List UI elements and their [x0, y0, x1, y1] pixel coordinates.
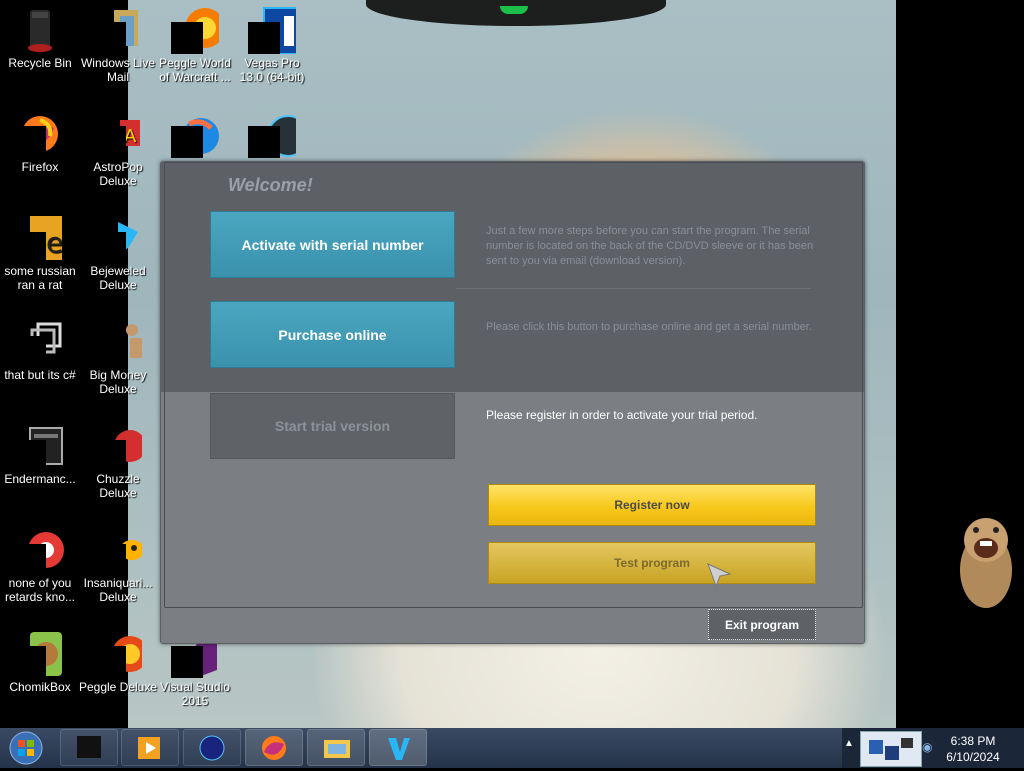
redaction-box	[16, 336, 46, 366]
register-now-button[interactable]: Register now	[488, 484, 816, 526]
taskbar-item-media-player[interactable]	[121, 729, 179, 766]
clock-date: 6/10/2024	[946, 750, 1000, 764]
icon-label: Peggle Deluxe	[78, 680, 158, 694]
icon-label: Endermanc...	[4, 472, 76, 486]
taskbar: ▲ ◉	[0, 728, 1024, 768]
taskbar-item-firefox[interactable]	[245, 729, 303, 766]
app-icon	[199, 735, 225, 761]
hamster-gadget[interactable]	[950, 508, 1016, 610]
redaction-box	[171, 646, 203, 678]
icon-label: Vegas Pro 13.0 (64-bit)	[239, 56, 305, 84]
wallpaper-led	[500, 6, 528, 14]
redaction-box	[16, 232, 46, 262]
svg-text:e: e	[46, 226, 63, 259]
hamster-icon	[960, 518, 1012, 608]
desktop-right-strip	[896, 0, 1024, 728]
exit-program-button[interactable]: Exit program	[708, 609, 816, 640]
redaction-box	[96, 440, 126, 470]
icon-label: Visual Studio 2015	[160, 680, 230, 708]
registration-dialog: Welcome! Activate with serial number Jus…	[160, 161, 865, 644]
icon-label: Chuzzle Deluxe	[96, 472, 140, 500]
activate-description: Just a few more steps before you can sta…	[486, 225, 814, 267]
show-hidden-icons-button[interactable]: ▲	[844, 738, 854, 749]
divider	[456, 288, 811, 289]
icon-label: that but its c#	[4, 368, 76, 382]
trial-description: Please register in order to activate you…	[486, 408, 758, 422]
taskbar-item-app3[interactable]	[183, 729, 241, 766]
redaction-box	[96, 646, 126, 676]
redaction-box	[96, 544, 126, 574]
network-icon	[869, 738, 913, 760]
wallpaper-top-device	[366, 0, 666, 26]
arrow-cursor-icon	[707, 563, 732, 588]
icon-label: AstroPop Deluxe	[93, 160, 143, 188]
start-button[interactable]	[4, 730, 48, 766]
folder-icon	[324, 740, 350, 758]
desktop-icon-recycle-bin[interactable]: Recycle Bin	[0, 6, 80, 70]
test-program-button[interactable]: Test program	[488, 542, 816, 584]
icon-label: Big Money Deluxe	[89, 368, 147, 396]
icon-label: Bejeweled Deluxe	[90, 264, 146, 292]
purchase-description: Please click this button to purchase onl…	[486, 321, 812, 333]
activate-serial-button[interactable]: Activate with serial number	[210, 211, 455, 278]
mouse-cursor	[706, 562, 732, 588]
clock-time: 6:38 PM	[950, 734, 996, 748]
redaction-box	[16, 544, 46, 574]
vegas-icon	[388, 738, 410, 760]
redaction-box	[16, 126, 46, 156]
volume-icon[interactable]: ◉	[922, 740, 932, 754]
redaction-box	[96, 22, 126, 46]
taskbar-item-vegas[interactable]	[369, 729, 427, 766]
icon-label: none of you retards kno...	[4, 576, 76, 604]
media-player-icon	[138, 737, 160, 759]
icon-label: Windows Live Mail	[80, 56, 156, 84]
icon-label: Peggle World of Warcraft ...	[159, 56, 231, 84]
redaction-box	[96, 232, 126, 262]
icon-label: Firefox	[21, 160, 59, 174]
taskbar-item-app1[interactable]	[60, 729, 118, 766]
firefox-icon	[262, 736, 286, 760]
welcome-title: Welcome!	[228, 175, 313, 195]
redaction-box	[171, 126, 203, 158]
purchase-online-button[interactable]: Purchase online	[210, 301, 455, 368]
icon-label: Insaniquari... Deluxe	[83, 576, 153, 604]
redaction-box	[16, 646, 46, 676]
icon-label: some russian ran a rat	[4, 264, 76, 292]
icon-label: ChomikBox	[9, 680, 71, 694]
redaction-box	[96, 126, 126, 156]
redaction-box	[16, 440, 46, 470]
taskbar-clock[interactable]: 6:38 PM 6/10/2024	[936, 733, 1010, 765]
icon-label: Recycle Bin	[8, 56, 72, 70]
black-box-icon	[77, 736, 101, 758]
windows-logo-icon	[9, 731, 43, 765]
redaction-box	[248, 22, 280, 54]
redaction-box	[171, 22, 203, 54]
tray-highlight[interactable]	[860, 731, 922, 767]
taskbar-item-explorer[interactable]	[307, 729, 365, 766]
redaction-box	[96, 336, 126, 366]
start-trial-button[interactable]: Start trial version	[210, 393, 455, 459]
redaction-box	[248, 126, 280, 158]
recycle-bin-icon	[16, 6, 64, 54]
